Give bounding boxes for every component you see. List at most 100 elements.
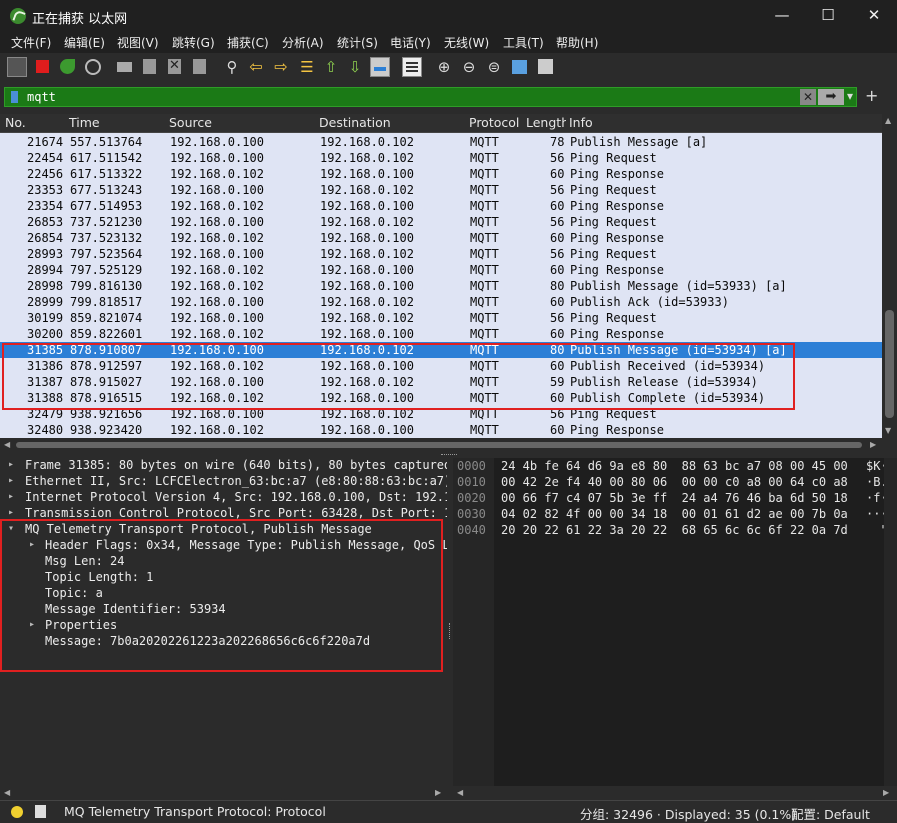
zoom-out-icon[interactable]: ⊖ [459, 57, 479, 77]
packet-row[interactable]: 32479 938.921656 192.168.0.100 192.168.0.10… [0, 406, 882, 422]
packet-list-vertical-scrollbar[interactable]: ▲ ▼ [882, 114, 897, 438]
details-horizontal-scrollbar[interactable]: ◀ ▶ [0, 786, 447, 800]
packet-row[interactable]: 21674 557.513764 192.168.0.100 192.168.0.10… [0, 134, 882, 150]
packet-row[interactable]: 28993 797.523564 192.168.0.100 192.168.0.10… [0, 246, 882, 262]
reload-icon[interactable] [190, 57, 210, 77]
expand-arrow-icon[interactable]: ▸ [8, 507, 14, 518]
packet-list-scroll-thumb[interactable] [885, 310, 894, 418]
hex-bytes[interactable]: 04 02 82 4f 00 00 34 18 00 01 61 d2 ae 0… [501, 507, 848, 523]
save-file-icon[interactable] [140, 57, 160, 77]
packet-bytes-pane[interactable]: 0000 24 4b fe 64 d6 9a e8 80 88 63 bc a7 … [453, 458, 884, 786]
restart-capture-icon[interactable] [58, 57, 78, 77]
packet-row[interactable]: 30199 859.821074 192.168.0.100 192.168.0.10… [0, 310, 882, 326]
hex-ascii[interactable]: $K·d [866, 459, 884, 475]
menu-tools[interactable]: 工具(T) [503, 34, 544, 51]
filter-text[interactable]: mqtt [27, 90, 56, 104]
packet-row[interactable]: 28994 797.525129 192.168.0.102 192.168.0.10… [0, 262, 882, 278]
clear-filter-icon[interactable]: ✕ [800, 89, 816, 105]
minimize-button[interactable]: — [759, 0, 805, 31]
menu-edit[interactable]: 编辑(E) [64, 34, 105, 51]
menu-analyze[interactable]: 分析(A) [282, 34, 324, 51]
go-to-packet-icon[interactable]: ☰ [297, 57, 317, 77]
column-header-source[interactable]: Source [169, 115, 212, 130]
menu-wireless[interactable]: 无线(W) [444, 34, 489, 51]
menu-file[interactable]: 文件(F) [11, 34, 51, 51]
menu-capture[interactable]: 捕获(C) [227, 34, 269, 51]
packet-row[interactable]: 31385 878.910807 192.168.0.100 192.168.0.10… [0, 342, 882, 358]
expand-arrow-icon[interactable]: ▸ [8, 475, 14, 486]
packet-row[interactable]: 23353 677.513243 192.168.0.100 192.168.0.10… [0, 182, 882, 198]
expand-arrow-icon[interactable]: ▸ [8, 491, 14, 502]
stop-icon[interactable] [33, 57, 53, 77]
packet-row[interactable]: 26853 737.521230 192.168.0.100 192.168.0.10… [0, 214, 882, 230]
packet-details-pane[interactable]: ▸ Frame 31385: 80 bytes on wire (640 bits… [0, 458, 447, 798]
resize-columns-icon[interactable] [510, 57, 530, 77]
menu-telephony[interactable]: 电话(Y) [390, 34, 431, 51]
scroll-right-icon[interactable]: ▶ [870, 440, 876, 449]
menu-help[interactable]: 帮助(H) [556, 34, 598, 51]
bookmark-icon[interactable] [11, 91, 18, 103]
find-packet-icon[interactable]: ⚲ [222, 57, 242, 77]
hex-ascii[interactable]: ·B.· [866, 475, 884, 491]
packet-list-horizontal-scrollbar[interactable]: ◀ ▶ [0, 438, 882, 452]
column-header-protocol[interactable]: Protocol [469, 115, 519, 130]
packet-row[interactable]: 28998 799.816130 192.168.0.102 192.168.0.10… [0, 278, 882, 294]
packet-row[interactable]: 31388 878.916515 192.168.0.102 192.168.0.10… [0, 390, 882, 406]
expand-arrow-icon[interactable]: ▸ [8, 459, 14, 470]
hex-ascii[interactable]: ···O [866, 507, 884, 523]
first-packet-icon[interactable]: ⇧ [321, 57, 341, 77]
close-button[interactable]: ✕ [851, 0, 897, 31]
colorize-icon[interactable] [402, 57, 422, 77]
packet-row[interactable]: 32480 938.923420 192.168.0.102 192.168.0.10… [0, 422, 882, 438]
packet-list-hscroll-thumb[interactable] [16, 442, 862, 448]
capture-options-icon[interactable] [83, 57, 103, 77]
column-header-destination[interactable]: Destination [319, 115, 391, 130]
packet-row[interactable]: 28999 799.818517 192.168.0.100 192.168.0.10… [0, 294, 882, 310]
packet-list[interactable]: 21674 557.513764 192.168.0.100 192.168.0.10… [0, 133, 882, 438]
display-filter-input[interactable]: mqtt ✕ ➡ ▾ [4, 87, 857, 107]
packet-row[interactable]: 26854 737.523132 192.168.0.102 192.168.0.10… [0, 230, 882, 246]
open-folder-icon[interactable] [115, 57, 135, 77]
comment-edit-icon[interactable] [35, 805, 46, 818]
column-header-no[interactable]: No. [5, 115, 26, 130]
add-filter-button[interactable]: + [865, 86, 878, 105]
packet-row[interactable]: 30200 859.822601 192.168.0.102 192.168.0.10… [0, 326, 882, 342]
menu-statistics[interactable]: 统计(S) [337, 34, 378, 51]
column-header-time[interactable]: Time [69, 115, 100, 130]
bytes-scroll-right-icon[interactable]: ▶ [883, 788, 889, 797]
details-scroll-left-icon[interactable]: ◀ [4, 788, 10, 797]
hex-ascii[interactable]: "a [866, 523, 884, 539]
layout-icon[interactable] [536, 57, 556, 77]
details-scroll-right-icon[interactable]: ▶ [435, 788, 441, 797]
menu-go[interactable]: 跳转(G) [172, 34, 215, 51]
zoom-in-icon[interactable]: ⊕ [434, 57, 454, 77]
packet-row[interactable]: 31387 878.915027 192.168.0.100 192.168.0.10… [0, 374, 882, 390]
hex-bytes[interactable]: 00 66 f7 c4 07 5b 3e ff 24 a4 76 46 ba 6… [501, 491, 848, 507]
hex-ascii[interactable]: ·f·· [866, 491, 884, 507]
last-packet-icon[interactable]: ⇩ [345, 57, 365, 77]
hex-bytes[interactable]: 00 42 2e f4 40 00 80 06 00 00 c0 a8 00 6… [501, 475, 848, 491]
packet-row[interactable]: 22454 617.511542 192.168.0.100 192.168.0.10… [0, 150, 882, 166]
shark-fin-icon[interactable] [7, 57, 27, 77]
filter-history-dropdown[interactable]: ▾ [847, 89, 853, 103]
hex-bytes[interactable]: 20 20 22 61 22 3a 20 22 68 65 6c 6c 6f 2… [501, 523, 848, 539]
collapse-arrow-icon[interactable]: ▾ [8, 523, 14, 534]
bytes-vertical-scrollbar[interactable] [884, 458, 897, 786]
expand-arrow-icon[interactable]: ▸ [29, 539, 35, 550]
scroll-up-icon[interactable]: ▲ [885, 116, 891, 125]
packet-row[interactable]: 23354 677.514953 192.168.0.102 192.168.0.10… [0, 198, 882, 214]
zoom-reset-icon[interactable]: ⊜ [484, 57, 504, 77]
packet-row[interactable]: 22456 617.513322 192.168.0.102 192.168.0.10… [0, 166, 882, 182]
status-profile[interactable]: 配置: Default [791, 804, 870, 823]
apply-filter-icon[interactable]: ➡ [818, 89, 844, 105]
expert-info-icon[interactable] [11, 806, 23, 818]
packet-row[interactable]: 31386 878.912597 192.168.0.102 192.168.0.10… [0, 358, 882, 374]
scroll-down-icon[interactable]: ▼ [885, 426, 891, 435]
column-header-info[interactable]: Info [569, 115, 593, 130]
maximize-button[interactable]: ☐ [805, 0, 851, 31]
expand-arrow-icon[interactable]: ▸ [29, 619, 35, 630]
bytes-horizontal-scrollbar[interactable]: ◀ ▶ [453, 786, 897, 800]
scroll-left-icon[interactable]: ◀ [4, 440, 10, 449]
go-back-icon[interactable]: ⇦ [246, 57, 266, 77]
bytes-scroll-left-icon[interactable]: ◀ [457, 788, 463, 797]
